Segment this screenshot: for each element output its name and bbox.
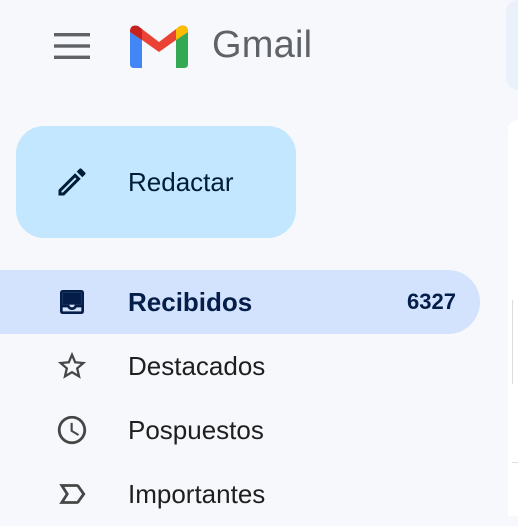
- panel-divider: [512, 300, 513, 384]
- pencil-icon: [52, 162, 92, 202]
- sidebar-item-label: Pospuestos: [128, 414, 264, 445]
- sidebar-item-pospuestos[interactable]: Pospuestos: [0, 398, 480, 462]
- inbox-icon: [52, 282, 92, 322]
- panel-divider-horizontal: [512, 462, 518, 463]
- search-bar-edge[interactable]: [506, 0, 518, 90]
- sidebar-nav: Recibidos 6327 Destacados Pospuestos Imp…: [0, 270, 480, 526]
- unread-count-badge: 6327: [407, 289, 456, 314]
- sidebar-item-importantes[interactable]: Importantes: [0, 462, 480, 526]
- hamburger-menu-icon: [54, 33, 90, 59]
- app-name: Gmail: [212, 23, 313, 66]
- sidebar-item-destacados[interactable]: Destacados: [0, 334, 480, 398]
- sidebar-item-recibidos[interactable]: Recibidos 6327: [0, 270, 480, 334]
- sidebar-item-label: Recibidos: [128, 286, 253, 317]
- compose-button[interactable]: Redactar: [16, 126, 296, 238]
- compose-label: Redactar: [128, 166, 234, 197]
- clock-icon: [52, 410, 92, 450]
- gmail-m-logo-icon: [130, 25, 188, 68]
- important-icon: [52, 474, 92, 514]
- main-panel-edge: [508, 120, 518, 516]
- gmail-logo[interactable]: Gmail: [128, 22, 312, 68]
- top-bar: Gmail: [0, 0, 518, 100]
- star-icon: [52, 346, 92, 386]
- sidebar-item-label: Importantes: [128, 478, 266, 509]
- sidebar-item-label: Destacados: [128, 350, 266, 381]
- main-menu-button[interactable]: [44, 22, 100, 70]
